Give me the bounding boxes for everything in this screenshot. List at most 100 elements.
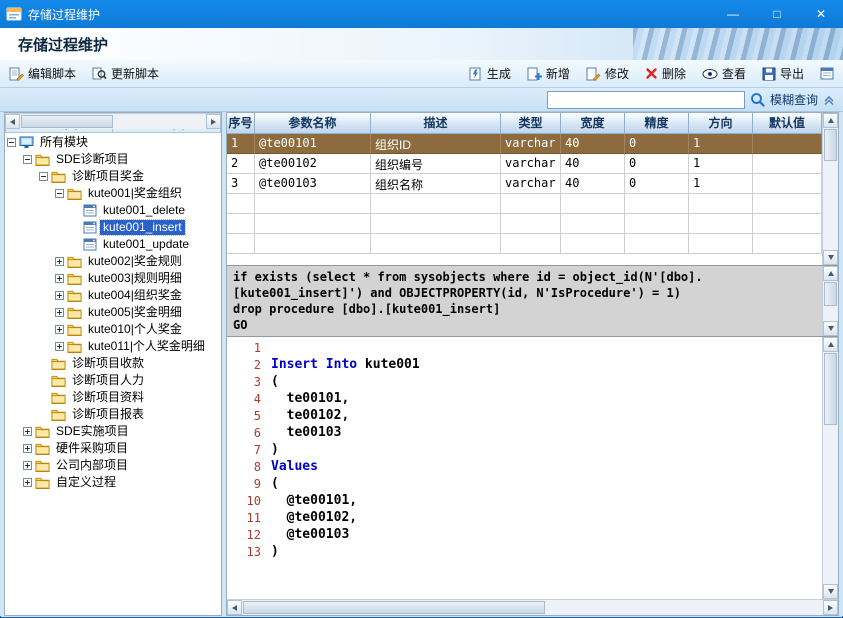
edit-script-button[interactable]: 编辑脚本	[6, 63, 79, 84]
table-row[interactable]: 2@te00102组织编号varchar4001	[227, 154, 822, 174]
scroll-up-button[interactable]	[823, 113, 838, 128]
expand-toggle-icon[interactable]	[23, 427, 32, 436]
update-script-button[interactable]: 更新脚本	[89, 63, 162, 84]
expand-toggle-icon[interactable]	[23, 461, 32, 470]
expand-toggle-icon[interactable]	[55, 325, 64, 334]
expand-toggle-icon[interactable]	[55, 274, 64, 283]
table-row[interactable]	[227, 234, 822, 254]
tree-item-label: 诊断项目报表	[69, 407, 147, 422]
scroll-right-button[interactable]	[823, 600, 838, 615]
collapse-chevron-icon[interactable]	[823, 94, 835, 106]
column-header[interactable]: 默认值	[753, 113, 822, 134]
expand-toggle-icon[interactable]	[55, 308, 64, 317]
table-row[interactable]: 1@te00101组织IDvarchar4001	[227, 134, 822, 154]
code-hscrollbar[interactable]	[227, 599, 838, 615]
column-header[interactable]: 序号	[227, 113, 255, 134]
tree-item-label: 所有模块	[37, 135, 91, 150]
table-row[interactable]	[227, 214, 822, 234]
expand-toggle-icon[interactable]	[55, 342, 64, 351]
expand-toggle-icon[interactable]	[23, 444, 32, 453]
tree-item[interactable]: 自定义过程	[5, 474, 221, 491]
column-header[interactable]: 参数名称	[255, 113, 371, 134]
add-button[interactable]: 新增	[524, 63, 573, 84]
tree-item[interactable]: 诊断项目人力	[5, 372, 221, 389]
expand-toggle-icon[interactable]	[55, 189, 64, 198]
scrollbar-thumb[interactable]	[824, 129, 837, 161]
table-row[interactable]: 3@te00103组织名称varchar4001	[227, 174, 822, 194]
sql-vscrollbar[interactable]	[822, 266, 838, 336]
tree-item[interactable]: kute002|奖金规则	[5, 253, 221, 270]
generate-button[interactable]: 生成	[465, 63, 514, 84]
table-cell	[753, 134, 822, 154]
scroll-up-button[interactable]	[823, 266, 838, 281]
tree-item[interactable]: 硬件采购项目	[5, 440, 221, 457]
scroll-left-button[interactable]	[227, 600, 242, 615]
tree-item[interactable]: kute003|规则明细	[5, 270, 221, 287]
scrollbar-thumb[interactable]	[824, 282, 837, 306]
tree-item[interactable]: kute001|奖金组织	[5, 185, 221, 202]
tree-item[interactable]: kute001_insert	[5, 219, 221, 236]
scroll-right-button[interactable]	[206, 114, 221, 129]
folder-icon	[67, 255, 82, 268]
line-number: 6	[227, 426, 271, 440]
scroll-down-button[interactable]	[823, 321, 838, 336]
minimize-button[interactable]: —	[711, 0, 755, 28]
scroll-up-button[interactable]	[823, 337, 838, 352]
tree-item[interactable]: 诊断项目报表	[5, 406, 221, 423]
column-header[interactable]: 宽度	[561, 113, 625, 134]
tree-item[interactable]: 诊断项目奖金	[5, 168, 221, 185]
scroll-down-button[interactable]	[823, 250, 838, 265]
folder-icon	[35, 459, 50, 472]
code-vscrollbar[interactable]	[822, 337, 838, 599]
panel-view-button[interactable]	[817, 65, 837, 82]
scroll-left-button[interactable]	[5, 114, 20, 129]
column-header[interactable]: 精度	[625, 113, 689, 134]
table-row[interactable]	[227, 194, 822, 214]
close-button[interactable]: ✕	[799, 0, 843, 28]
tree-item[interactable]: 公司内部项目	[5, 457, 221, 474]
scrollbar-thumb[interactable]	[243, 601, 545, 614]
search-input[interactable]	[547, 91, 745, 109]
table-cell	[561, 214, 625, 234]
window-controls: — □ ✕	[711, 0, 843, 28]
toolbar-left-group: 编辑脚本 更新脚本	[6, 63, 162, 84]
maximize-button[interactable]: □	[755, 0, 799, 28]
tree-item[interactable]: kute001_delete	[5, 202, 221, 219]
tree-hscrollbar[interactable]	[5, 113, 221, 129]
scrollbar-thumb[interactable]	[21, 115, 113, 128]
expand-toggle-icon[interactable]	[23, 478, 32, 487]
expand-toggle-icon[interactable]	[55, 291, 64, 300]
tree-item[interactable]: SDE诊断项目	[5, 151, 221, 168]
delete-button[interactable]: 删除	[642, 63, 689, 84]
folder-icon	[35, 442, 50, 455]
tree-item[interactable]: SDE实施项目	[5, 423, 221, 440]
tree-item[interactable]: kute010|个人奖金	[5, 321, 221, 338]
scroll-down-button[interactable]	[823, 584, 838, 599]
tree-item[interactable]: 所有模块	[5, 134, 221, 151]
code-editor[interactable]: 12Insert Into kute0013(4 te00101,5 te001…	[227, 337, 838, 599]
column-header[interactable]: 描述	[371, 113, 501, 134]
expand-toggle-icon[interactable]	[39, 172, 48, 181]
expand-toggle-icon[interactable]	[7, 138, 16, 147]
tree-item[interactable]: 诊断项目收款	[5, 355, 221, 372]
tree-item[interactable]: kute004|组织奖金	[5, 287, 221, 304]
tree-item[interactable]: 诊断项目资料	[5, 389, 221, 406]
tree-item[interactable]: kute011|个人奖金明细	[5, 338, 221, 355]
view-button[interactable]: 查看	[699, 63, 749, 84]
scrollbar-thumb[interactable]	[824, 353, 837, 425]
table-vscrollbar[interactable]	[822, 113, 838, 265]
tree-item[interactable]: kute001_update	[5, 236, 221, 253]
tree-item-label: kute004|组织奖金	[85, 288, 185, 303]
expand-toggle-icon[interactable]	[23, 155, 32, 164]
column-header[interactable]: 类型	[501, 113, 561, 134]
column-header[interactable]: 方向	[689, 113, 753, 134]
expand-toggle-icon[interactable]	[55, 257, 64, 266]
fuzzy-search-label[interactable]: 模糊查询	[770, 91, 818, 108]
modify-button[interactable]: 修改	[583, 63, 632, 84]
line-number: 12	[227, 528, 271, 542]
page-title: 存储过程维护	[18, 34, 108, 55]
search-icon[interactable]	[750, 92, 765, 107]
tree-item[interactable]: kute005|奖金明细	[5, 304, 221, 321]
export-button[interactable]: 导出	[759, 63, 807, 84]
update-script-icon	[92, 67, 107, 81]
